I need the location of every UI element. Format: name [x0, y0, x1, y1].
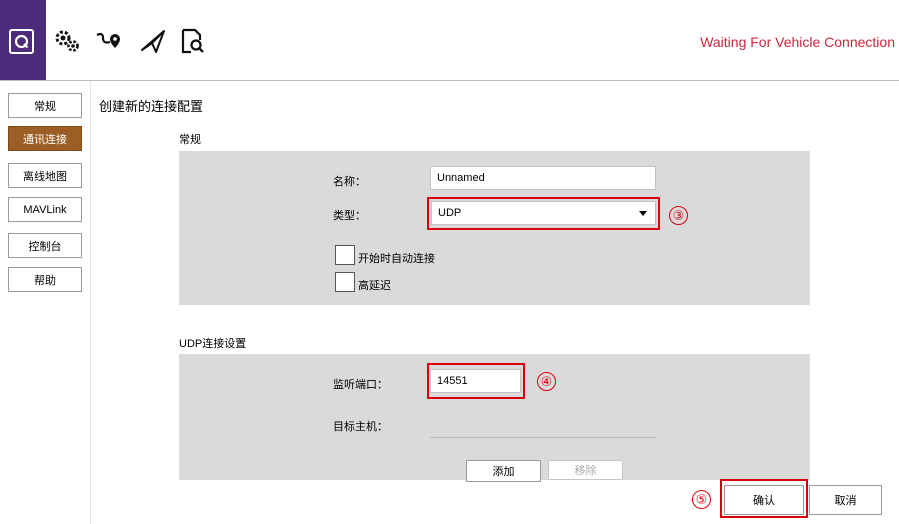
type-highlight-box [427, 197, 660, 230]
annotation-number-5: ⑤ [692, 490, 711, 509]
name-input[interactable]: Unnamed [430, 166, 656, 190]
app-logo-button[interactable] [0, 0, 46, 80]
name-label: 名称： [333, 176, 366, 188]
main-toolbar: Waiting For Vehicle Connection [0, 0, 899, 81]
remove-host-button-label: 移除 [574, 465, 597, 477]
sidebar-item-help[interactable]: 帮助 [8, 267, 82, 292]
analyze-icon[interactable] [178, 26, 208, 56]
page-title: 创建新的连接配置 [99, 99, 204, 114]
plan-route-icon[interactable] [94, 26, 124, 56]
sidebar-item-comm-links[interactable]: 通讯连接 [8, 126, 82, 151]
sidebar-item-label: 帮助 [34, 274, 56, 287]
sidebar-item-label: 控制台 [28, 240, 62, 253]
sidebar-item-mavlink[interactable]: MAVLink [8, 197, 82, 222]
sidebar-item-label: 通讯连接 [23, 133, 67, 146]
general-section-label: 常规 [179, 134, 201, 146]
high-latency-label: 高延迟 [358, 280, 391, 292]
auto-connect-label: 开始时自动连接 [358, 253, 435, 265]
listen-port-label: 监听端口： [333, 379, 388, 391]
sidebar-item-label: 离线地图 [23, 170, 67, 183]
sidebar-item-label: 常规 [34, 100, 56, 113]
gears-icon[interactable] [52, 26, 82, 56]
vehicle-connection-status: Waiting For Vehicle Connection [700, 34, 895, 50]
add-host-button[interactable]: 添加 [466, 460, 541, 482]
fly-icon[interactable] [138, 26, 168, 56]
annotation-number-4: ④ [537, 372, 556, 391]
type-label: 类型： [333, 210, 366, 222]
sidebar-item-label: MAVLink [23, 203, 67, 216]
name-input-value: Unnamed [437, 172, 485, 184]
confirm-highlight-box [720, 479, 808, 518]
app-logo-icon [9, 29, 34, 54]
add-host-button-label: 添加 [492, 466, 515, 478]
annotation-number-3: ③ [669, 206, 688, 225]
cancel-button-label: 取消 [834, 495, 857, 507]
port-highlight-box [427, 363, 525, 399]
sidebar-item-general[interactable]: 常规 [8, 93, 82, 118]
cancel-button[interactable]: 取消 [809, 485, 882, 515]
auto-connect-checkbox[interactable] [335, 245, 355, 265]
udp-section-label: UDP连接设置 [179, 338, 247, 350]
high-latency-checkbox[interactable] [335, 272, 355, 292]
sidebar-item-console[interactable]: 控制台 [8, 233, 82, 258]
sidebar-item-offline-maps[interactable]: 离线地图 [8, 163, 82, 188]
target-host-label: 目标主机： [333, 421, 388, 433]
target-host-list[interactable] [430, 437, 656, 438]
remove-host-button[interactable]: 移除 [548, 460, 623, 480]
